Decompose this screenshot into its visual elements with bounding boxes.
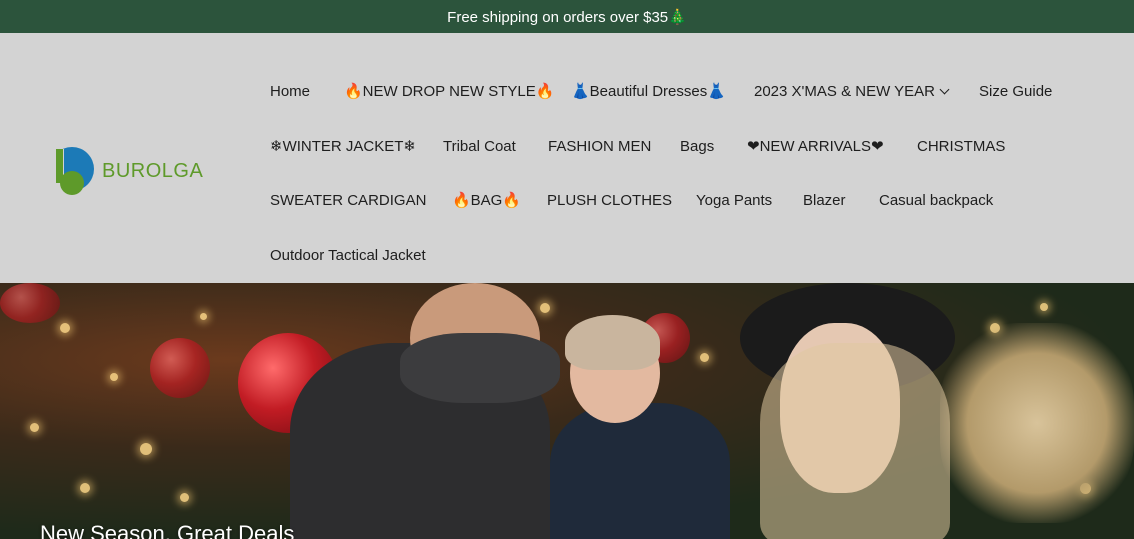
hero-heading: New Season, Great Deals: [40, 521, 295, 539]
announcement-text: Free shipping on orders over $35🎄: [447, 8, 687, 26]
light-bokeh: [140, 443, 152, 455]
light-bokeh: [180, 493, 189, 502]
light-bokeh: [110, 373, 118, 381]
nav-item-xmas-label: 2023 X'MAS & NEW YEAR: [754, 83, 935, 100]
child-jacket: [550, 403, 730, 539]
light-bokeh: [700, 353, 709, 362]
main-navigation: Home 🔥NEW DROP NEW STYLE🔥 👗Beautiful Dre…: [0, 33, 1134, 283]
nav-item-christmas[interactable]: CHRISTMAS: [917, 137, 1005, 157]
gift-bow: [940, 323, 1134, 523]
announcement-bar: Free shipping on orders over $35🎄: [0, 0, 1134, 33]
light-bokeh: [60, 323, 70, 333]
nav-item-bags[interactable]: Bags: [680, 137, 714, 157]
site-header: BUROLGA Home 🔥NEW DROP NEW STYLE🔥 👗Beaut…: [0, 33, 1134, 283]
nav-item-xmas-new-year[interactable]: 2023 X'MAS & NEW YEAR: [754, 82, 950, 102]
nav-item-yoga-pants[interactable]: Yoga Pants: [696, 191, 772, 211]
nav-item-tribal-coat[interactable]: Tribal Coat: [443, 137, 516, 157]
red-ornament-icon: [150, 338, 210, 398]
light-bokeh: [80, 483, 90, 493]
nav-item-size-guide[interactable]: Size Guide: [979, 82, 1052, 102]
nav-item-bag[interactable]: 🔥BAG🔥: [452, 191, 521, 211]
nav-item-home[interactable]: Home: [270, 82, 310, 102]
light-bokeh: [1040, 303, 1048, 311]
chevron-down-icon: [939, 84, 950, 95]
light-bokeh: [540, 303, 550, 313]
nav-item-outdoor-tactical-jacket[interactable]: Outdoor Tactical Jacket: [270, 246, 426, 266]
nav-item-new-arrivals[interactable]: ❤NEW ARRIVALS❤: [747, 137, 884, 157]
nav-item-blazer[interactable]: Blazer: [803, 191, 846, 211]
hero-banner[interactable]: New Season, Great Deals: [0, 283, 1134, 539]
woman-hair: [760, 343, 950, 539]
nav-item-beautiful-dresses[interactable]: 👗Beautiful Dresses👗: [571, 82, 726, 102]
nav-item-casual-backpack[interactable]: Casual backpack: [879, 191, 993, 211]
nav-item-sweater-cardigan[interactable]: SWEATER CARDIGAN: [270, 191, 426, 211]
child-hat: [565, 315, 660, 370]
nav-item-new-drop[interactable]: 🔥NEW DROP NEW STYLE🔥: [344, 82, 554, 102]
red-ornament-icon: [0, 283, 60, 323]
light-bokeh: [200, 313, 207, 320]
nav-item-fashion-men[interactable]: FASHION MEN: [548, 137, 651, 157]
light-bokeh: [30, 423, 39, 432]
nav-item-winter-jacket[interactable]: ❄WINTER JACKET❄: [270, 137, 416, 157]
nav-item-plush-clothes[interactable]: PLUSH CLOTHES: [547, 191, 672, 211]
man-scarf: [400, 333, 560, 403]
